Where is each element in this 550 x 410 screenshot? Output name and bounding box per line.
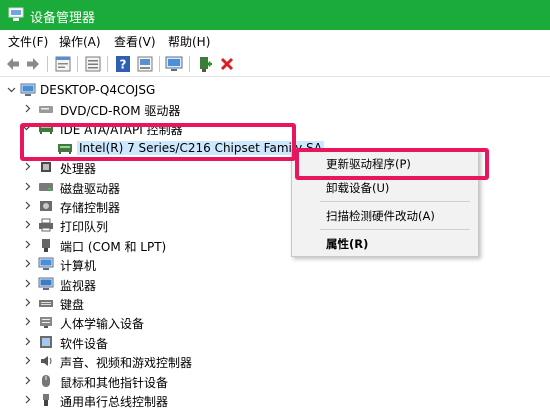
tree-item-label: 通用串行总线控制器 xyxy=(60,395,169,409)
help-icon[interactable]: ? xyxy=(114,55,132,73)
title-bar: 设备管理器 xyxy=(0,0,550,30)
keyboard-icon xyxy=(39,300,53,307)
disk-icon xyxy=(39,182,53,191)
tree-item-category[interactable]: 通用串行总线控制器 xyxy=(0,391,550,410)
menu-scan-hardware[interactable]: 扫描检测硬件改动(A) xyxy=(326,208,435,224)
tree-item-label: 监视器 xyxy=(60,278,97,293)
chevron-right-icon[interactable] xyxy=(23,376,32,385)
chevron-right-icon[interactable] xyxy=(23,259,32,268)
menu-properties[interactable]: 属性(R) xyxy=(326,236,368,252)
chevron-right-icon[interactable] xyxy=(23,279,32,288)
computer-icon xyxy=(20,83,36,96)
uninstall-icon[interactable] xyxy=(218,55,236,73)
tree-item-category[interactable]: 声音、视频和游戏控制器 xyxy=(0,352,550,371)
chevron-down-icon[interactable] xyxy=(22,123,31,132)
menu-bar: 文件(F) 操作(A) 查看(V) 帮助(H) xyxy=(0,30,550,52)
tree-item-label: 磁盘驱动器 xyxy=(60,181,121,196)
tree-item-label: IDE ATA/ATAPI 控制器 xyxy=(60,123,183,138)
processor-icon xyxy=(41,162,51,173)
tree-item-label: 软件设备 xyxy=(60,336,109,351)
tree-item-category[interactable]: DVD/CD-ROM 驱动器 xyxy=(0,100,550,119)
toolbar-separator xyxy=(47,56,48,72)
chevron-right-icon[interactable] xyxy=(23,162,32,171)
tree-item-category[interactable]: 键盘 xyxy=(0,294,550,313)
tree-root-label: DESKTOP-Q4COJSG xyxy=(40,83,156,97)
port-icon xyxy=(42,238,50,252)
tree-item-label: 打印队列 xyxy=(60,220,109,235)
chevron-right-icon[interactable] xyxy=(23,356,32,365)
menu-uninstall-device[interactable]: 卸载设备(U) xyxy=(326,180,389,196)
menu-update-driver[interactable]: 更新驱动程序(P) xyxy=(326,156,411,172)
tree-item-label: 处理器 xyxy=(60,162,97,177)
svg-text:?: ? xyxy=(120,58,127,72)
tree-root[interactable]: DESKTOP-Q4COJSG xyxy=(0,81,550,100)
tree-item-label: 鼠标和其他指针设备 xyxy=(60,375,169,390)
ide-controller-icon xyxy=(39,124,53,135)
chevron-right-icon[interactable] xyxy=(23,104,32,113)
monitor-icon xyxy=(38,277,54,290)
tree-item-category[interactable]: 鼠标和其他指针设备 xyxy=(0,372,550,391)
chevron-down-icon[interactable] xyxy=(7,85,16,94)
chevron-right-icon[interactable] xyxy=(23,201,32,210)
tree-item-label: 端口 (COM 和 LPT) xyxy=(60,239,167,254)
tree-item-category[interactable]: 人体学输入设备 xyxy=(0,313,550,332)
tree-item-label: 存储控制器 xyxy=(60,201,121,215)
tree-item-label: 键盘 xyxy=(60,298,85,312)
printer-icon xyxy=(39,218,53,232)
chevron-right-icon[interactable] xyxy=(23,298,32,307)
menu-action[interactable]: 操作(A) xyxy=(59,33,101,50)
storage-controller-icon xyxy=(40,201,52,211)
menu-help[interactable]: 帮助(H) xyxy=(168,33,210,50)
device-manager-icon xyxy=(8,7,24,21)
forward-icon[interactable] xyxy=(24,55,42,73)
tree-item-label: DVD/CD-ROM 驱动器 xyxy=(60,104,181,118)
context-menu: 更新驱动程序(P) 卸载设备(U) 扫描检测硬件改动(A) 属性(R) xyxy=(291,149,479,257)
back-icon[interactable] xyxy=(4,55,22,73)
scan-icon[interactable] xyxy=(136,55,154,73)
hid-icon xyxy=(40,317,52,329)
monitor-icon[interactable] xyxy=(165,55,183,73)
mouse-icon xyxy=(42,374,50,387)
software-device-icon xyxy=(40,335,52,348)
tree-item-label: 声音、视频和游戏控制器 xyxy=(60,356,193,371)
menu-separator xyxy=(320,201,470,202)
toolbar-separator xyxy=(77,56,78,72)
chevron-right-icon[interactable] xyxy=(23,337,32,346)
list-icon[interactable] xyxy=(84,55,102,73)
tree-item-category[interactable]: 软件设备 xyxy=(0,333,550,352)
toolbar-separator xyxy=(159,56,160,72)
chevron-right-icon[interactable] xyxy=(23,395,32,404)
tree-item-category[interactable]: 计算机 xyxy=(0,255,550,274)
toolbar: ? xyxy=(0,52,550,77)
enable-icon[interactable] xyxy=(196,55,214,73)
dvd-icon xyxy=(39,106,53,113)
menu-view[interactable]: 查看(V) xyxy=(114,33,156,50)
tree-item-category[interactable]: 监视器 xyxy=(0,275,550,294)
chevron-right-icon[interactable] xyxy=(23,220,32,229)
properties-icon[interactable] xyxy=(54,55,72,73)
audio-icon xyxy=(41,356,52,367)
usb-icon xyxy=(43,394,49,406)
tree-item-label: 计算机 xyxy=(60,259,97,274)
tree-item-label: Intel(R) 7 Series/C216 Chipset Family SA xyxy=(77,140,325,155)
chevron-right-icon[interactable] xyxy=(23,317,32,326)
menu-file[interactable]: 文件(F) xyxy=(8,33,48,50)
toolbar-separator xyxy=(107,56,108,72)
tree-item-category[interactable]: IDE ATA/ATAPI 控制器 xyxy=(0,119,550,138)
tree-item-label: 人体学输入设备 xyxy=(60,317,145,332)
chevron-right-icon[interactable] xyxy=(23,240,32,249)
chevron-right-icon[interactable] xyxy=(23,182,32,191)
toolbar-separator xyxy=(189,56,190,72)
window-title: 设备管理器 xyxy=(30,11,96,26)
menu-separator xyxy=(320,229,470,230)
ide-device-icon xyxy=(58,143,72,154)
computer-icon xyxy=(38,257,54,271)
